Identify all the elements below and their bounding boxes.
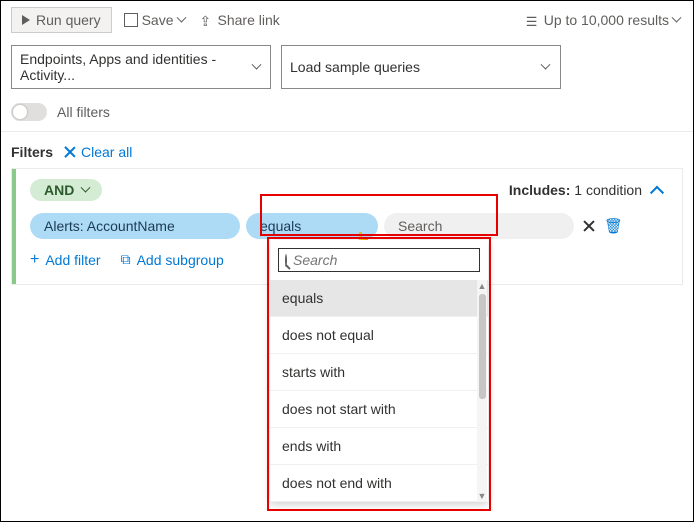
operator-option[interactable]: does not end with	[270, 465, 488, 502]
add-filter-button[interactable]: + Add filter	[30, 252, 101, 268]
share-icon	[200, 13, 214, 27]
collapse-group-button[interactable]	[652, 182, 668, 198]
plus-icon: +	[30, 253, 39, 267]
operator-dropdown-popup: equals does not equal starts with does n…	[270, 240, 488, 502]
tables-dropdown[interactable]: Endpoints, Apps and identities - Activit…	[11, 45, 271, 89]
operator-search-input[interactable]	[293, 252, 475, 268]
subgroup-icon: ⧉	[121, 251, 131, 268]
list-icon	[526, 13, 540, 27]
clear-all-icon[interactable]	[63, 145, 77, 159]
operator-option[interactable]: does not equal	[270, 317, 488, 354]
scroll-thumb[interactable]	[479, 294, 486, 399]
includes-label: Includes: 1 condition	[509, 182, 642, 198]
chevron-down-icon	[178, 17, 188, 23]
chevron-down-icon	[82, 187, 92, 194]
condition-row: Alerts: AccountName equals 👆 Search 🗑	[30, 213, 668, 239]
save-icon	[124, 13, 138, 27]
scroll-down-icon[interactable]: ▼	[478, 490, 487, 502]
operator-option[interactable]: ends with	[270, 428, 488, 465]
sample-queries-dropdown[interactable]: Load sample queries	[281, 45, 561, 89]
chevron-down-icon	[253, 64, 262, 70]
run-query-label: Run query	[36, 12, 101, 28]
chevron-down-icon	[673, 17, 683, 23]
save-button[interactable]: Save	[124, 12, 188, 28]
all-filters-toggle[interactable]	[11, 103, 47, 121]
play-icon	[22, 15, 30, 25]
all-filters-label: All filters	[57, 104, 110, 120]
condition-field-pill[interactable]: Alerts: AccountName	[30, 213, 240, 239]
share-link-button[interactable]: Share link	[200, 12, 280, 28]
results-limit-button[interactable]: Up to 10,000 results	[526, 12, 683, 28]
filters-title: Filters	[11, 144, 53, 160]
operator-option[interactable]: starts with	[270, 354, 488, 391]
operator-option[interactable]: equals	[270, 280, 488, 317]
group-operator-pill[interactable]: AND	[30, 179, 102, 201]
operator-option[interactable]: does not start with	[270, 391, 488, 428]
clear-all-button[interactable]: Clear all	[81, 144, 132, 160]
condition-operator-pill[interactable]: equals 👆	[246, 213, 378, 239]
close-icon	[582, 219, 596, 233]
run-query-button[interactable]: Run query	[11, 7, 112, 33]
condition-value-input[interactable]: Search	[384, 213, 574, 239]
scrollbar[interactable]: ▲ ▼	[477, 280, 487, 502]
add-subgroup-button[interactable]: ⧉ Add subgroup	[121, 251, 224, 268]
delete-condition-button[interactable]: 🗑	[604, 217, 623, 235]
chevron-down-icon	[542, 64, 552, 70]
scroll-up-icon[interactable]: ▲	[478, 280, 487, 292]
operator-search-box[interactable]	[278, 248, 480, 272]
clear-value-button[interactable]	[580, 217, 598, 235]
search-icon	[285, 254, 287, 267]
